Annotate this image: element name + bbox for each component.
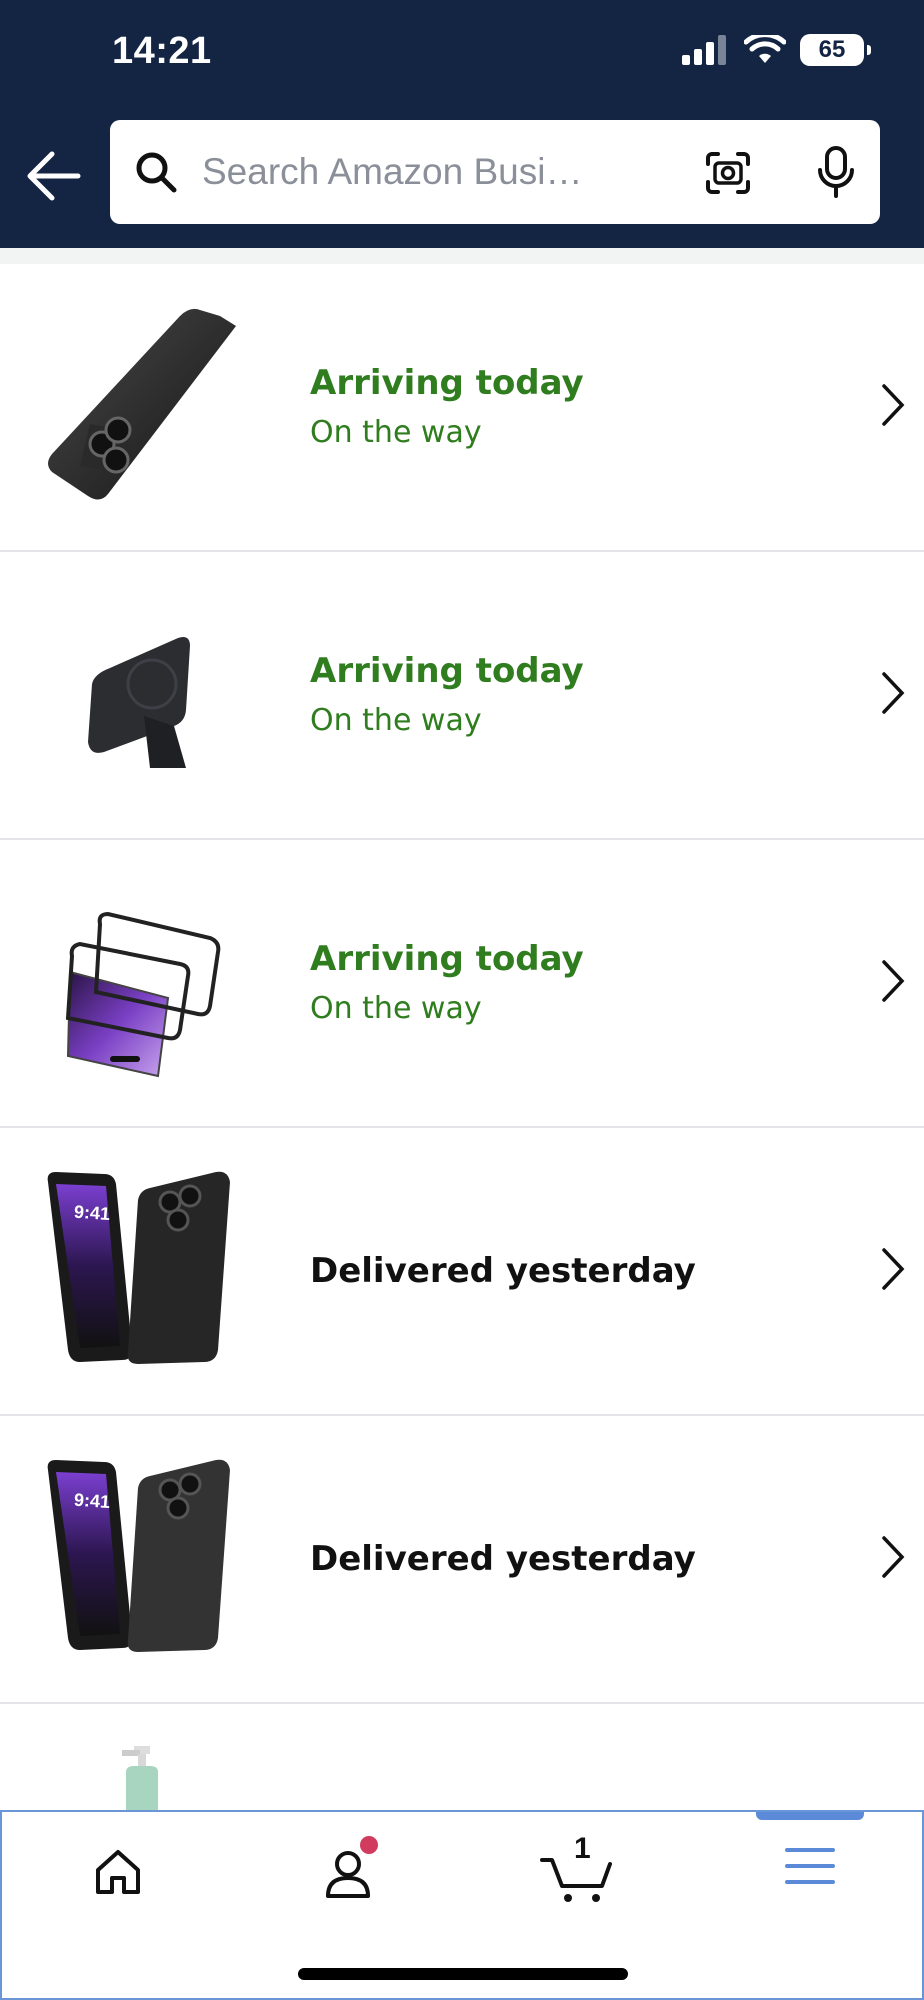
notification-dot xyxy=(360,1836,378,1854)
product-image-screen-protector xyxy=(65,911,221,1078)
order-status: Arriving today xyxy=(310,939,584,979)
home-icon xyxy=(96,1850,140,1894)
microphone-icon[interactable] xyxy=(816,146,856,198)
order-status: Delivered yesterday xyxy=(310,1251,696,1291)
product-image-battery-stand xyxy=(88,637,190,768)
nav-cart[interactable]: 1 xyxy=(518,1832,638,1926)
svg-text:9:41: 9:41 xyxy=(73,1202,110,1224)
header-divider xyxy=(0,248,924,264)
order-status: Arriving today xyxy=(310,651,584,691)
order-row[interactable]: 9:41 Delivered yesterday xyxy=(0,1416,924,1704)
order-status: Delivered yesterday xyxy=(310,1539,696,1579)
active-tab-indicator xyxy=(756,1812,864,1820)
order-row-partial[interactable] xyxy=(0,1704,924,1824)
order-substatus: On the way xyxy=(310,703,482,738)
wifi-icon xyxy=(744,35,786,63)
order-status: Arriving today xyxy=(310,363,584,403)
status-time: 14:21 xyxy=(112,30,212,72)
chevron-right-icon xyxy=(882,384,905,426)
camera-search-icon[interactable] xyxy=(704,150,752,196)
order-substatus: On the way xyxy=(310,415,482,450)
status-icons: 65 xyxy=(682,34,871,66)
product-image-iphone-case: 9:41 xyxy=(47,1171,230,1364)
menu-icon xyxy=(785,1848,835,1884)
account-icon xyxy=(326,1851,370,1898)
product-image-iphone-case: 9:41 xyxy=(47,1459,230,1652)
product-image-phone-case xyxy=(48,308,236,500)
order-row[interactable]: 9:41 Delivered yesterday xyxy=(0,1128,924,1416)
top-header: 14:21 65 xyxy=(0,0,924,248)
chevron-right-icon xyxy=(882,672,905,714)
chevron-right-icon xyxy=(882,960,905,1002)
nav-account[interactable] xyxy=(288,1836,408,1926)
chevron-right-icon xyxy=(882,1536,905,1578)
nav-menu[interactable] xyxy=(750,1846,870,1926)
search-bar[interactable] xyxy=(110,120,880,224)
battery-indicator: 65 xyxy=(800,34,871,66)
back-button[interactable] xyxy=(24,148,84,204)
cellular-signal-icon xyxy=(682,35,726,65)
cart-count-badge: 1 xyxy=(574,1832,591,1865)
home-indicator-bar xyxy=(298,1968,628,1980)
search-input[interactable] xyxy=(202,142,702,202)
order-substatus: On the way xyxy=(310,991,482,1026)
back-arrow-icon xyxy=(27,151,81,201)
order-row[interactable]: Arriving today On the way xyxy=(0,840,924,1128)
order-row[interactable]: Arriving today On the way xyxy=(0,552,924,840)
svg-text:9:41: 9:41 xyxy=(73,1490,110,1512)
search-icon xyxy=(136,152,177,193)
chevron-right-icon xyxy=(882,1248,905,1290)
nav-home[interactable] xyxy=(58,1846,178,1926)
orders-list: Arriving today On the way Arriving today… xyxy=(0,264,924,1824)
order-row[interactable]: Arriving today On the way xyxy=(0,264,924,552)
